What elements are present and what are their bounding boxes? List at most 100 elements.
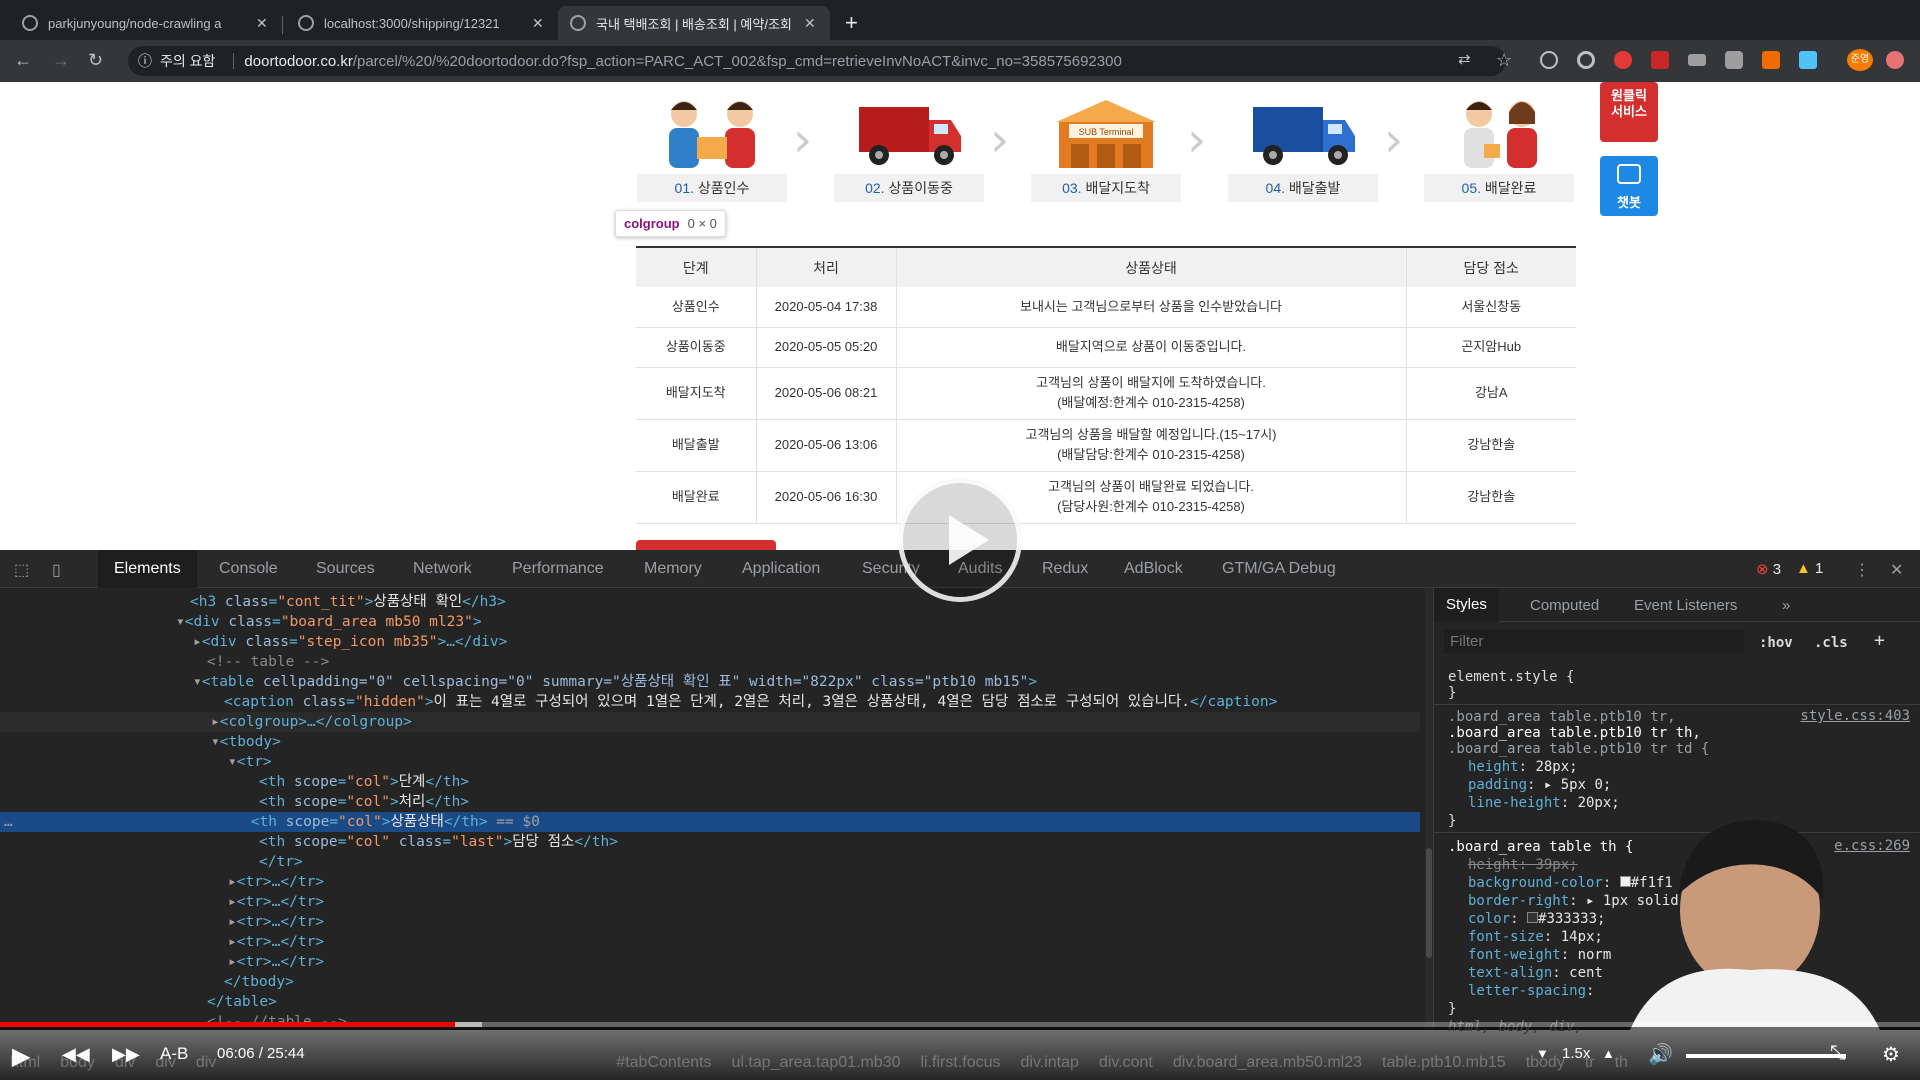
red-action-button[interactable]	[636, 540, 776, 550]
breadcrumb-item[interactable]: tbody	[1526, 1054, 1565, 1071]
breadcrumb-item[interactable]: li.first.focus	[921, 1054, 1001, 1071]
more-vert-icon[interactable]: ⋮	[1854, 560, 1870, 580]
tab-elements[interactable]: Elements	[98, 550, 197, 588]
breadcrumb-item[interactable]: div	[155, 1054, 175, 1071]
dom-line[interactable]: ▸<colgroup>…</colgroup>	[0, 712, 1420, 732]
camera-extension-icon[interactable]	[1725, 51, 1743, 69]
dom-line[interactable]: </table>	[0, 992, 1420, 1012]
cors-extension-icon[interactable]	[1651, 51, 1669, 69]
reload-icon[interactable]: ↻	[88, 50, 103, 71]
dom-line[interactable]: ▸<tr>…</tr>	[0, 952, 1420, 972]
tab-computed[interactable]: Computed	[1530, 597, 1599, 614]
oneclick-service-button[interactable]: 원클릭 서비스	[1600, 82, 1658, 142]
dom-line[interactable]: <h3 class="cont_tit">상품상태 확인</h3>	[0, 592, 1420, 612]
chatbot-button[interactable]: 챗봇	[1600, 156, 1658, 216]
dom-line[interactable]: ▾<div class="board_area mb50 ml23">	[0, 612, 1420, 632]
tab-event-listeners[interactable]: Event Listeners	[1634, 597, 1737, 614]
color-swatch[interactable]	[1527, 912, 1539, 923]
warning-count[interactable]: ▲ 1	[1796, 560, 1823, 577]
rule-selector[interactable]: .board_area table.ptb10 tr td {	[1448, 740, 1709, 758]
dom-line[interactable]: ▾<tbody>	[0, 732, 1420, 752]
css-property[interactable]: font-weight: norm	[1468, 946, 1611, 964]
css-property[interactable]: letter-spacing:	[1468, 982, 1603, 1000]
breadcrumb-item[interactable]: div	[196, 1054, 216, 1071]
security-label[interactable]: 주의 요함	[160, 51, 215, 71]
rule-source-link[interactable]: style.css:403	[1800, 708, 1910, 724]
browser-tab-localhost[interactable]: localhost:3000/shipping/12321 ✕	[286, 6, 556, 40]
dom-line-selected[interactable]: … <th scope="col">상품상태</th> == $0	[0, 812, 1420, 832]
breadcrumb-item[interactable]: tr	[1585, 1054, 1595, 1071]
dom-line[interactable]: ▸<tr>…</tr>	[0, 892, 1420, 912]
dom-line[interactable]: ▸<tr>…</tr>	[0, 872, 1420, 892]
close-icon[interactable]: ✕	[256, 15, 268, 32]
tab-redux[interactable]: Redux	[1042, 560, 1088, 578]
dom-line[interactable]: ▾<tr>	[0, 752, 1420, 772]
breadcrumb-item[interactable]: div.intap	[1021, 1054, 1079, 1071]
dom-line[interactable]: </tr>	[0, 852, 1420, 872]
breadcrumb-item[interactable]: body	[60, 1054, 95, 1071]
back-icon[interactable]: ←	[14, 50, 32, 71]
dom-tree[interactable]: <h3 class="cont_tit">상품상태 확인</h3> ▾<div …	[0, 588, 1425, 1030]
dom-line[interactable]: ▾<table cellpadding="0" cellspacing="0" …	[0, 672, 1420, 692]
close-icon[interactable]: ✕	[532, 15, 544, 32]
tab-gtm-ga-debug[interactable]: GTM/GA Debug	[1222, 560, 1336, 578]
breadcrumb-item[interactable]: #tabContents	[616, 1054, 711, 1071]
new-tab-icon[interactable]: +	[845, 12, 858, 34]
volume-slider[interactable]	[1686, 1054, 1846, 1058]
breadcrumb-item[interactable]: ul.tap_area.tap01.mb30	[731, 1054, 900, 1071]
scroll-thumb[interactable]	[1426, 848, 1432, 958]
breadcrumb-item[interactable]: div.board_area.mb50.ml23	[1173, 1054, 1362, 1071]
close-devtools-icon[interactable]: ✕	[1890, 560, 1903, 580]
info-icon[interactable]: ⓘ	[138, 51, 152, 71]
css-property[interactable]: font-size: 14px;	[1468, 928, 1603, 946]
tab-memory[interactable]: Memory	[644, 560, 702, 578]
breadcrumb-item[interactable]: table.ptb10.mb15	[1382, 1054, 1506, 1071]
menu-extension-icon[interactable]	[1886, 51, 1904, 69]
dom-line[interactable]: <th scope="col" class="last">담당 점소</th>	[0, 832, 1420, 852]
css-property[interactable]: padding: ▸ 5px 0;	[1468, 776, 1611, 794]
dom-scrollbar[interactable]	[1425, 588, 1433, 1030]
translate-icon[interactable]: ⇄	[1458, 50, 1471, 68]
close-icon[interactable]: ✕	[804, 15, 816, 32]
css-property[interactable]: text-align: cent	[1468, 964, 1603, 982]
element-style-rule[interactable]: element.style {	[1448, 668, 1574, 686]
dom-line[interactable]: <caption class="hidden">이 표는 4열로 구성되어 있으…	[0, 692, 1420, 712]
tab-performance[interactable]: Performance	[512, 560, 604, 578]
dom-line[interactable]: <!-- table -->	[0, 652, 1420, 672]
tab-sources[interactable]: Sources	[316, 560, 375, 578]
browser-tab-active[interactable]: 국내 택배조회 | 배송조회 | 예약/조회 ✕	[558, 6, 830, 40]
styles-filter-input[interactable]: Filter	[1444, 630, 1744, 654]
css-property[interactable]: color: #333333;	[1468, 910, 1605, 928]
add-rule-icon[interactable]: +	[1874, 632, 1885, 650]
tab-console[interactable]: Console	[219, 560, 278, 578]
dom-line[interactable]: ▸<tr>…</tr>	[0, 932, 1420, 952]
hov-toggle[interactable]: :hov	[1759, 634, 1793, 652]
speed-up-icon[interactable]: ▲	[1602, 1046, 1615, 1061]
window-extension-icon[interactable]	[1688, 54, 1706, 66]
ex-extension-icon[interactable]	[1762, 51, 1780, 69]
settings-gear-icon[interactable]: ⚙	[1882, 1042, 1900, 1067]
breadcrumb-item[interactable]: div	[115, 1054, 135, 1071]
more-tabs-icon[interactable]: »	[1782, 597, 1790, 614]
video-play-button[interactable]	[898, 478, 1022, 602]
volume-icon[interactable]: 🔊	[1648, 1042, 1673, 1067]
tab-application[interactable]: Application	[742, 560, 820, 578]
css-property-overridden[interactable]: height: 39px;	[1468, 856, 1578, 874]
tab-styles[interactable]: Styles	[1434, 588, 1499, 622]
error-count[interactable]: ⊗ 3	[1756, 560, 1781, 578]
breadcrumb-item[interactable]: th	[1615, 1054, 1628, 1071]
target-extension-icon[interactable]	[1577, 51, 1595, 69]
react-extension-icon[interactable]	[1540, 51, 1558, 69]
forward-icon[interactable]: →	[52, 50, 70, 71]
dom-line[interactable]: ▸<div class="step_icon mb35">…</div>	[0, 632, 1420, 652]
dom-line[interactable]: <th scope="col">처리</th>	[0, 792, 1420, 812]
dom-line[interactable]: <th scope="col">단계</th>	[0, 772, 1420, 792]
puzzle-extension-icon[interactable]	[1799, 51, 1817, 69]
adblock-extension-icon[interactable]	[1614, 51, 1632, 69]
cls-toggle[interactable]: .cls	[1814, 634, 1848, 652]
breadcrumb-item[interactable]: html	[10, 1054, 40, 1071]
breadcrumb-item[interactable]: div.cont	[1099, 1054, 1153, 1071]
tab-network[interactable]: Network	[413, 560, 472, 578]
browser-tab-github[interactable]: parkjunyoung/node-crawling a ✕	[10, 6, 280, 40]
css-property[interactable]: height: 28px;	[1468, 758, 1578, 776]
